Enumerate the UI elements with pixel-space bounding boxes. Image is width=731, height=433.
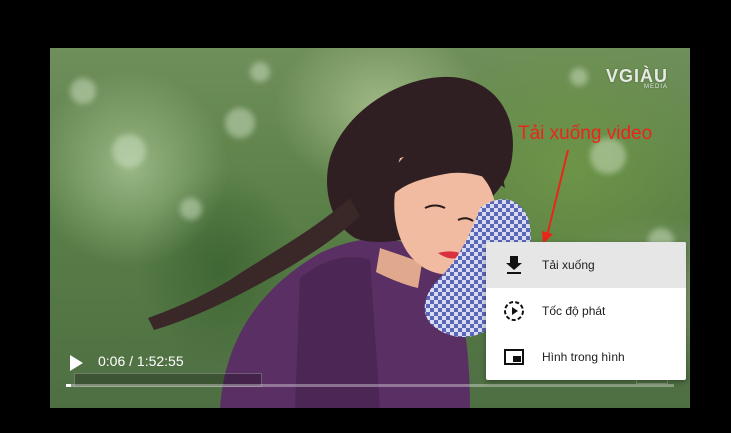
menu-item-playback-speed[interactable]: Tốc độ phát [486, 288, 686, 334]
download-icon [506, 256, 522, 274]
menu-item-download[interactable]: Tải xuống [486, 242, 686, 288]
player-context-menu: Tải xuống Tốc độ phát Hình trong hình [486, 242, 686, 380]
menu-item-label: Hình trong hình [542, 350, 625, 364]
annotation-label: Tải xuống video [518, 123, 653, 144]
channel-watermark: VGIÀU MEDIA [606, 66, 668, 90]
progress-bar[interactable] [66, 384, 674, 387]
playback-speed-icon [504, 301, 524, 321]
progress-fill [66, 384, 71, 387]
play-icon[interactable] [68, 354, 84, 372]
menu-item-picture-in-picture[interactable]: Hình trong hình [486, 334, 686, 380]
menu-item-label: Tốc độ phát [542, 304, 606, 318]
picture-in-picture-icon [504, 349, 524, 365]
menu-item-label: Tải xuống [542, 258, 595, 272]
time-display: 0:06 / 1:52:55 [98, 353, 184, 369]
watermark-brand: VGIÀU [605, 66, 668, 86]
